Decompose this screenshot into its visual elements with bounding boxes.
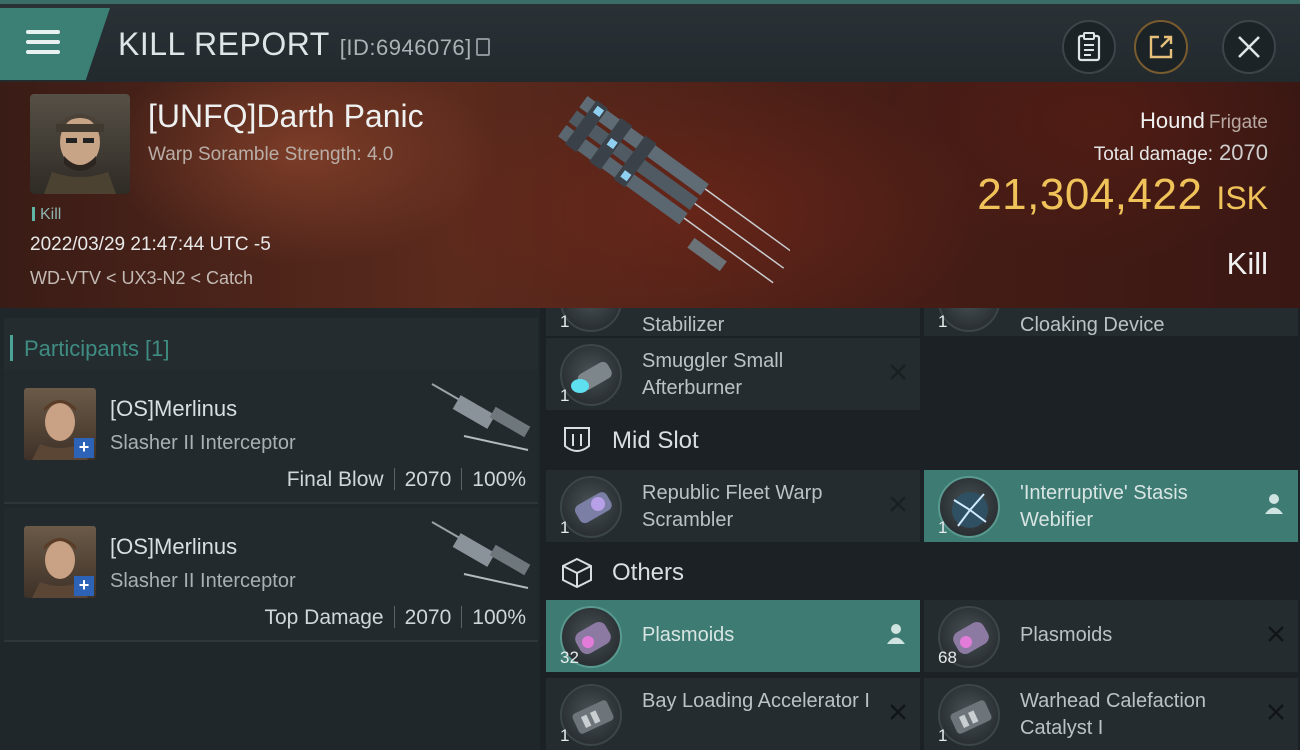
item-label: Stabilizer: [642, 314, 725, 336]
victim-subtitle: Warp Soramble Strength: 4.0: [148, 144, 394, 165]
item-quantity: 68: [938, 648, 957, 667]
close-icon: [1238, 36, 1260, 58]
share-button[interactable]: [1134, 20, 1188, 74]
participant-avatar: +: [24, 388, 96, 460]
close-button[interactable]: [1222, 20, 1276, 74]
kill-location[interactable]: WD-VTV < UX3-N2 < Catch: [30, 268, 253, 289]
section-title: Others: [612, 559, 685, 586]
victim-summary: [UNFQ]Darth Panic Warp Soramble Strength…: [0, 82, 1300, 308]
total-damage: Total damage: 2070: [1094, 140, 1268, 166]
dropped-icon: [887, 624, 905, 644]
item-quantity: 1: [938, 518, 948, 537]
page-title: KILL REPORT [ID:6946076]: [118, 26, 490, 63]
result-label: Kill: [1226, 246, 1268, 281]
item-quantity: 1: [560, 726, 570, 745]
item-label: Smuggler Small Afterburner: [642, 350, 784, 399]
clipboard-icon: [1077, 32, 1101, 62]
item-label: Plasmoids: [1020, 624, 1113, 646]
avatar: [44, 114, 116, 194]
kill-tag: Kill: [32, 206, 61, 224]
cargo-icon: [562, 557, 592, 589]
fitting-item[interactable]: 1 Smuggler Small Afterburner: [546, 338, 920, 410]
clipboard-button[interactable]: [1062, 20, 1116, 74]
fitting-item[interactable]: 1 'Interruptive' Stasis Webifier: [924, 470, 1298, 542]
item-label: Republic Fleet Warp Scrambler: [642, 482, 823, 531]
title-bar: KILL REPORT [ID:6946076]: [0, 0, 1300, 82]
participant-name: [OS]Merlinus: [110, 534, 238, 559]
item-label: Plasmoids: [642, 624, 735, 646]
dropped-icon: [1265, 494, 1283, 514]
participant-name: [OS]Merlinus: [110, 396, 238, 421]
section-mid-slot: Mid Slot: [546, 412, 1298, 468]
item-quantity: 1: [560, 312, 570, 331]
destroyed-icon: [1268, 626, 1284, 642]
participant-percent: 100%: [472, 606, 526, 629]
item-label: Warhead Calefaction Catalyst I: [1020, 690, 1207, 739]
participant-card[interactable]: + [OS]Merlinus Slasher II Interceptor Fi…: [4, 370, 538, 504]
share-icon: [1149, 35, 1173, 59]
victim-ship-class: Frigate: [1208, 112, 1268, 133]
participant-stats: Top Damage 2070 100%: [264, 606, 526, 630]
victim-name[interactable]: [UNFQ]Darth Panic: [148, 98, 424, 135]
fitting-item[interactable]: 68 Plasmoids: [924, 600, 1298, 672]
participant-percent: 100%: [472, 468, 526, 491]
participant-role: Top Damage: [264, 606, 384, 629]
item-quantity: 1: [938, 726, 948, 745]
victim-ship[interactable]: Hound Frigate: [1140, 108, 1268, 134]
fitting-item[interactable]: 1 Cloaking Device: [924, 308, 1298, 336]
fitting-item[interactable]: 32 Plasmoids: [546, 600, 920, 672]
item-quantity: 1: [560, 518, 570, 537]
section-others: Others: [546, 544, 1298, 600]
participant-card[interactable]: + [OS]Merlinus Slasher II Interceptor To…: [4, 508, 538, 642]
add-contact-icon[interactable]: +: [74, 576, 94, 596]
fitting-panel: 1 Stabilizer 1 Cloaking Device 1 Smuggle…: [540, 308, 1300, 750]
copy-icon[interactable]: [475, 38, 490, 56]
kill-datetime: 2022/03/29 21:47:44 UTC -5: [30, 234, 271, 255]
participant-avatar: +: [24, 526, 96, 598]
item-quantity: 1: [560, 386, 570, 405]
destroyed-icon: [1268, 704, 1284, 720]
add-contact-icon[interactable]: +: [74, 438, 94, 458]
fitting-item[interactable]: 1 Republic Fleet Warp Scrambler: [546, 470, 920, 542]
report-id: [ID:6946076]: [339, 35, 472, 60]
item-quantity: 32: [560, 648, 579, 667]
destroyed-icon: [890, 364, 906, 380]
participant-ship-icon: [431, 383, 531, 451]
mid-slot-icon: [564, 427, 590, 452]
section-title: Mid Slot: [612, 427, 699, 454]
participants-header: Participants [1]: [4, 318, 538, 374]
total-damage-label: Total damage:: [1093, 144, 1214, 165]
participant-damage: 2070: [404, 606, 452, 629]
participant-role: Final Blow: [286, 468, 384, 491]
fitting-item[interactable]: 1 Warhead Calefaction Catalyst I: [924, 678, 1298, 750]
participants-title: Participants [1]: [10, 335, 170, 361]
fitting-item[interactable]: 1 Stabilizer: [546, 308, 920, 336]
participant-ship: Slasher II Interceptor: [110, 432, 296, 454]
participant-stats: Final Blow 2070 100%: [287, 468, 526, 492]
total-damage-value: 2070: [1219, 140, 1268, 165]
participant-damage: 2070: [404, 468, 452, 491]
participant-ship-icon: [431, 521, 531, 589]
item-label: 'Interruptive' Stasis Webifier: [1020, 482, 1188, 531]
page-title-text: KILL REPORT: [118, 26, 330, 62]
isk-value: 21,304,422 ISK: [977, 170, 1268, 220]
isk-amount: 21,304,422: [977, 170, 1203, 219]
item-label: Bay Loading Accelerator I: [642, 690, 870, 712]
victim-ship-name: Hound: [1140, 108, 1205, 133]
participants-panel: Participants [1] + [OS]Merlinus Slasher …: [0, 308, 540, 750]
item-quantity: 1: [938, 312, 948, 331]
destroyed-icon: [890, 704, 906, 720]
item-label: Cloaking Device: [1020, 314, 1165, 336]
victim-portrait[interactable]: [30, 94, 130, 194]
destroyed-icon: [890, 496, 906, 512]
victim-ship-image: [558, 95, 790, 284]
isk-unit: ISK: [1216, 180, 1268, 216]
fitting-item[interactable]: 1 Bay Loading Accelerator I: [546, 678, 920, 750]
menu-button[interactable]: [0, 8, 110, 80]
participant-ship: Slasher II Interceptor: [110, 570, 296, 592]
